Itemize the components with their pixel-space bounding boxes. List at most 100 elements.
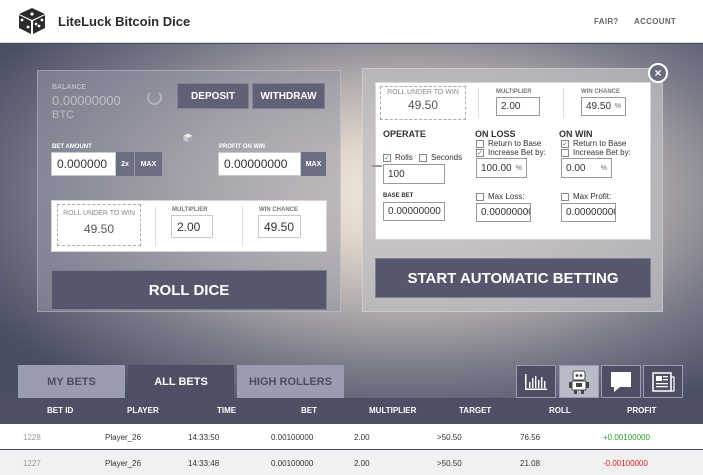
- cell-multiplier: 2.00: [354, 459, 370, 468]
- spinner-icon[interactable]: [147, 90, 162, 105]
- operate-heading: OPERATE: [383, 129, 426, 139]
- bet-amount-input[interactable]: 0.000000: [51, 152, 116, 176]
- table-row[interactable]: 1227 Player_26 14:33:48 0.00100000 2.00 …: [0, 450, 703, 475]
- loss-increase-value: 100.00: [481, 162, 512, 174]
- divider: [563, 88, 564, 118]
- multiplier-label: MULTIPLIER: [172, 207, 208, 213]
- stats-button[interactable]: [516, 365, 556, 398]
- win-return-label: Return to Base: [573, 139, 627, 148]
- double-bet-button[interactable]: 2x: [116, 152, 134, 176]
- cell-target: >50.50: [437, 459, 462, 468]
- bets-table-header: BET ID PLAYER TIME BET MULTIPLIER TARGET…: [0, 398, 703, 423]
- col-bet: BET: [301, 406, 317, 415]
- cell-profit: +0.00100000: [603, 433, 650, 442]
- table-row[interactable]: 1228 Player_26 14:33:50 0.00100000 2.00 …: [0, 424, 703, 449]
- cell-roll: 21.08: [520, 459, 541, 468]
- roll-under-label: ROLL UNDER TO WIN: [63, 210, 135, 217]
- cell-target: >50.50: [437, 433, 462, 442]
- auto-win-chance-input[interactable]: 49.50 %: [581, 97, 626, 116]
- seconds-checkbox[interactable]: [419, 154, 427, 162]
- operate-count-input[interactable]: 100: [383, 164, 445, 184]
- auto-roll-under-box[interactable]: ROLL UNDER TO WIN 49.50: [380, 86, 466, 120]
- profit-on-win-input[interactable]: 0.00000000: [218, 152, 301, 176]
- loss-return-checkbox[interactable]: [476, 140, 484, 148]
- dice-small-icon: [183, 133, 193, 143]
- tab-my-bets[interactable]: MY BETS: [18, 365, 125, 398]
- max-bet-button[interactable]: MAX: [135, 152, 162, 176]
- win-increase-suffix: %: [600, 164, 607, 172]
- win-increase-input[interactable]: 0.00 %: [561, 158, 612, 178]
- news-button[interactable]: [643, 365, 683, 398]
- rolls-checkbox[interactable]: ✓: [383, 154, 391, 162]
- chat-icon: [611, 371, 631, 392]
- dice-logo-icon[interactable]: [18, 7, 46, 35]
- win-return-checkbox[interactable]: ✓: [561, 140, 569, 148]
- brand-title: LiteLuck Bitcoin Dice: [58, 14, 191, 29]
- autobet-robot-button[interactable]: [559, 365, 599, 398]
- tab-all-bets[interactable]: ALL BETS: [128, 365, 234, 398]
- divider: [155, 206, 156, 246]
- tab-high-rollers[interactable]: HIGH ROLLERS: [237, 365, 344, 398]
- win-increase-value: 0.00: [566, 162, 586, 174]
- max-profit-checkbox[interactable]: [561, 193, 569, 201]
- start-auto-betting-button[interactable]: START AUTOMATIC BETTING: [375, 258, 651, 298]
- on-loss-heading: ON LOSS: [475, 129, 516, 139]
- cell-multiplier: 2.00: [354, 433, 370, 442]
- roll-dice-button[interactable]: ROLL DICE: [51, 270, 327, 310]
- divider: [478, 88, 479, 118]
- cell-bet: 0.00100000: [271, 433, 314, 442]
- auto-win-chance-value: 49.50: [586, 101, 612, 112]
- balance-label: BALANCE: [52, 84, 87, 91]
- loss-increase-suffix: %: [515, 164, 522, 172]
- base-bet-input[interactable]: 0.00000000: [383, 202, 445, 221]
- max-profit-input[interactable]: 0.00000000: [561, 203, 616, 222]
- top-header: LiteLuck Bitcoin Dice FAIR? ACCOUNT: [0, 0, 703, 43]
- loss-increase-checkbox[interactable]: ✓: [476, 149, 484, 157]
- spacer: [372, 165, 382, 167]
- balance-value: 0.00000000: [52, 93, 121, 108]
- close-icon[interactable]: ×: [648, 63, 668, 83]
- profit-on-win-label: PROFIT ON WIN: [219, 144, 265, 150]
- max-loss-checkbox[interactable]: [476, 193, 484, 201]
- col-profit: PROFIT: [627, 406, 657, 415]
- cell-bet-id: 1228: [23, 433, 41, 442]
- col-multiplier: MULTIPLIER: [369, 406, 417, 415]
- chat-button[interactable]: [601, 365, 641, 398]
- auto-roll-under-value: 49.50: [407, 98, 439, 112]
- col-player: PLAYER: [127, 406, 159, 415]
- news-icon: [652, 371, 675, 392]
- max-loss-label: Max Loss:: [488, 192, 525, 201]
- multiplier-input[interactable]: 2.00: [171, 215, 213, 238]
- balance-unit: BTC: [52, 109, 74, 121]
- on-win-heading: ON WIN: [559, 129, 593, 139]
- auto-roll-under-label: ROLL UNDER TO WIN: [387, 89, 459, 96]
- cell-time: 14:33:50: [188, 433, 220, 442]
- auto-multiplier-input[interactable]: 2.00: [496, 97, 540, 116]
- nav-fair-link[interactable]: FAIR?: [594, 17, 619, 26]
- manual-roll-under-box[interactable]: ROLL UNDER TO WIN 49.50: [57, 204, 141, 246]
- deposit-button[interactable]: DEPOSIT: [177, 83, 249, 109]
- profit-max-button[interactable]: MAX: [301, 152, 326, 176]
- rolls-label: Rolls: [395, 153, 413, 162]
- bet-amount-label: BET AMOUNT: [52, 144, 92, 150]
- withdraw-button[interactable]: WITHDRAW: [252, 83, 325, 109]
- max-profit-label: Max Profit:: [573, 192, 612, 201]
- loss-increase-input[interactable]: 100.00 %: [476, 158, 527, 178]
- win-increase-checkbox[interactable]: [561, 149, 569, 157]
- cell-time: 14:33:48: [188, 459, 220, 468]
- base-bet-label: BASE BET: [383, 193, 414, 199]
- col-time: TIME: [217, 406, 237, 415]
- cell-player[interactable]: Player_26: [105, 459, 141, 468]
- cell-bet: 0.00100000: [271, 459, 314, 468]
- auto-win-chance-label: WIN CHANCE: [581, 89, 620, 95]
- nav-account-link[interactable]: ACCOUNT: [634, 17, 676, 26]
- win-chance-input[interactable]: 49.50: [258, 215, 301, 238]
- col-target: TARGET: [459, 406, 492, 415]
- seconds-label: Seconds: [431, 153, 463, 162]
- cell-player[interactable]: Player_26: [105, 433, 141, 442]
- max-loss-input[interactable]: 0.00000000: [476, 203, 531, 222]
- cell-roll: 76.56: [520, 433, 541, 442]
- auto-win-chance-suffix: %: [614, 103, 621, 110]
- divider: [242, 206, 243, 246]
- col-bet-id: BET ID: [47, 406, 74, 415]
